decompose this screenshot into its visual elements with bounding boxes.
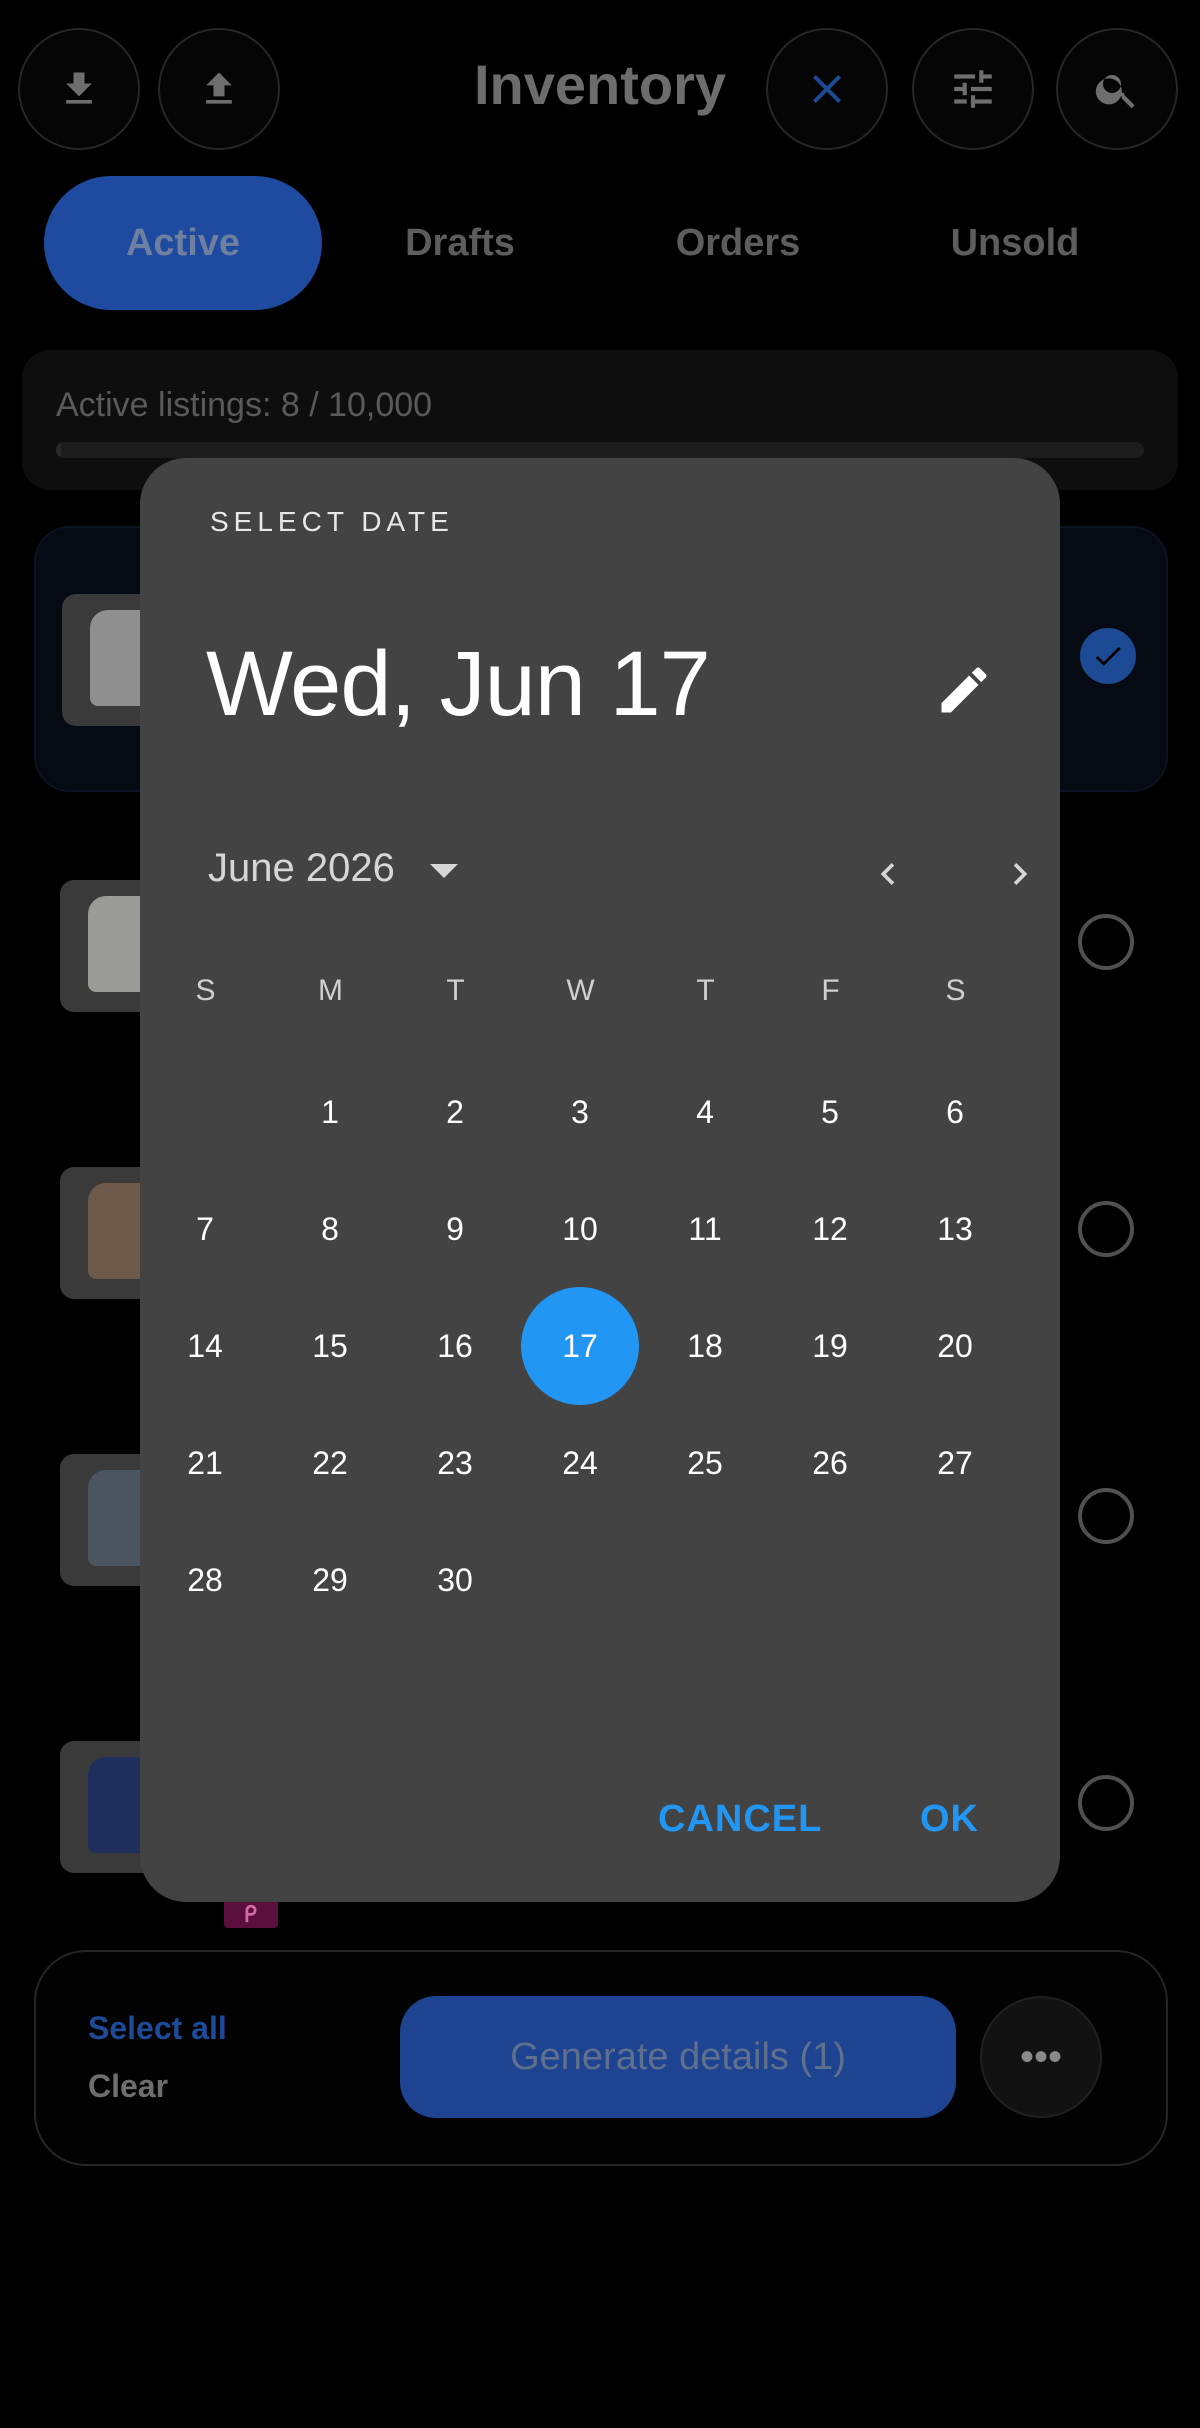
previous-month-button[interactable]	[848, 834, 928, 914]
edit-date-button[interactable]	[934, 660, 994, 720]
ok-button[interactable]: OK	[920, 1798, 979, 1841]
calendar-day[interactable]: 7	[146, 1170, 264, 1288]
calendar-day[interactable]: 20	[896, 1287, 1014, 1405]
calendar-day[interactable]: 23	[396, 1404, 514, 1522]
calendar-day[interactable]: 15	[271, 1287, 389, 1405]
calendar-day[interactable]: 2	[396, 1053, 514, 1171]
calendar-day[interactable]: 24	[521, 1404, 639, 1522]
listing-checkbox[interactable]	[1080, 628, 1136, 684]
calendar-day[interactable]: 10	[521, 1170, 639, 1288]
month-year-selector[interactable]: June 2026	[208, 846, 395, 891]
filter-sliders-icon	[954, 70, 992, 108]
listing-checkbox[interactable]	[1078, 1775, 1134, 1831]
page-title: Inventory	[473, 53, 727, 116]
calendar-day[interactable]: 22	[271, 1404, 389, 1522]
quota-progress-fill	[56, 442, 62, 458]
marketplace-logo-icon	[245, 1904, 257, 1923]
more-icon: •••	[1019, 2034, 1062, 2079]
calendar-day[interactable]: 28	[146, 1521, 264, 1639]
next-month-button[interactable]	[980, 834, 1060, 914]
close-button[interactable]	[766, 28, 888, 150]
weekday-label: T	[446, 974, 465, 1007]
calendar-day[interactable]: 16	[396, 1287, 514, 1405]
calendar-day[interactable]: 19	[771, 1287, 889, 1405]
search-icon	[1095, 75, 1135, 109]
calendar-day[interactable]: 12	[771, 1170, 889, 1288]
calendar-day-selected[interactable]: 17	[521, 1287, 639, 1405]
select-all-link[interactable]: Select all	[88, 2010, 227, 2047]
listing-checkbox[interactable]	[1078, 1201, 1134, 1257]
calendar-day[interactable]: 9	[396, 1170, 514, 1288]
calendar-day[interactable]: 4	[646, 1053, 764, 1171]
check-icon	[1095, 646, 1121, 666]
calendar-day[interactable]: 14	[146, 1287, 264, 1405]
download-button[interactable]	[18, 28, 140, 150]
cancel-button[interactable]: CANCEL	[658, 1798, 822, 1841]
upload-button[interactable]	[158, 28, 280, 150]
generate-details-button[interactable]: Generate details (1)	[400, 1996, 956, 2118]
listing-checkbox[interactable]	[1078, 1488, 1134, 1544]
calendar-day[interactable]: 5	[771, 1053, 889, 1171]
filter-button[interactable]	[912, 28, 1034, 150]
chevron-left-icon	[880, 863, 895, 885]
calendar-day[interactable]: 11	[646, 1170, 764, 1288]
close-icon	[813, 75, 841, 103]
chevron-right-icon	[1013, 863, 1028, 885]
tab-orders[interactable]: Orders	[599, 176, 877, 310]
bulk-action-bar: Select all Clear Generate details (1) ••…	[34, 1950, 1168, 2166]
dropdown-caret-icon[interactable]	[430, 864, 458, 878]
quota-label: Active listings: 8 / 10,000	[56, 386, 433, 424]
calendar-day[interactable]: 1	[271, 1053, 389, 1171]
calendar-day[interactable]: 3	[521, 1053, 639, 1171]
pencil-icon	[941, 667, 987, 713]
calendar-day[interactable]: 26	[771, 1404, 889, 1522]
clear-link[interactable]: Clear	[88, 2068, 168, 2105]
marketplace-badge	[224, 1898, 278, 1928]
quota-progress-bar	[56, 442, 1144, 458]
weekday-label: M	[318, 974, 343, 1007]
calendar-day[interactable]: 30	[396, 1521, 514, 1639]
calendar-day[interactable]: 29	[271, 1521, 389, 1639]
weekday-label: W	[566, 974, 595, 1007]
upload-icon	[206, 72, 232, 104]
selected-date-headline: Wed, Jun 17	[206, 633, 711, 735]
month-navigation: June 2026	[208, 834, 1028, 914]
calendar-day[interactable]: 6	[896, 1053, 1014, 1171]
tab-active[interactable]: Active	[44, 176, 322, 310]
calendar-day[interactable]: 13	[896, 1170, 1014, 1288]
calendar-day[interactable]: 8	[271, 1170, 389, 1288]
dialog-header-label: SELECT DATE	[210, 506, 454, 537]
tab-drafts[interactable]: Drafts	[321, 176, 599, 310]
more-options-button[interactable]: •••	[980, 1996, 1102, 2118]
weekday-label: T	[696, 974, 715, 1007]
tab-unsold[interactable]: Unsold	[876, 176, 1154, 310]
calendar-day[interactable]: 18	[646, 1287, 764, 1405]
calendar-day[interactable]: 21	[146, 1404, 264, 1522]
weekday-label: S	[195, 974, 216, 1007]
search-button[interactable]	[1056, 28, 1178, 150]
weekday-label: S	[945, 974, 966, 1007]
download-icon	[66, 72, 92, 104]
date-picker-dialog: SELECT DATE Wed, Jun 17 June 2026 S M T W T F…	[140, 458, 1060, 1902]
calendar-day[interactable]: 27	[896, 1404, 1014, 1522]
status-tabs: Active Drafts Orders Unsold	[44, 176, 1154, 310]
weekday-label: F	[821, 974, 840, 1007]
calendar-day[interactable]: 25	[646, 1404, 764, 1522]
listing-checkbox[interactable]	[1078, 914, 1134, 970]
